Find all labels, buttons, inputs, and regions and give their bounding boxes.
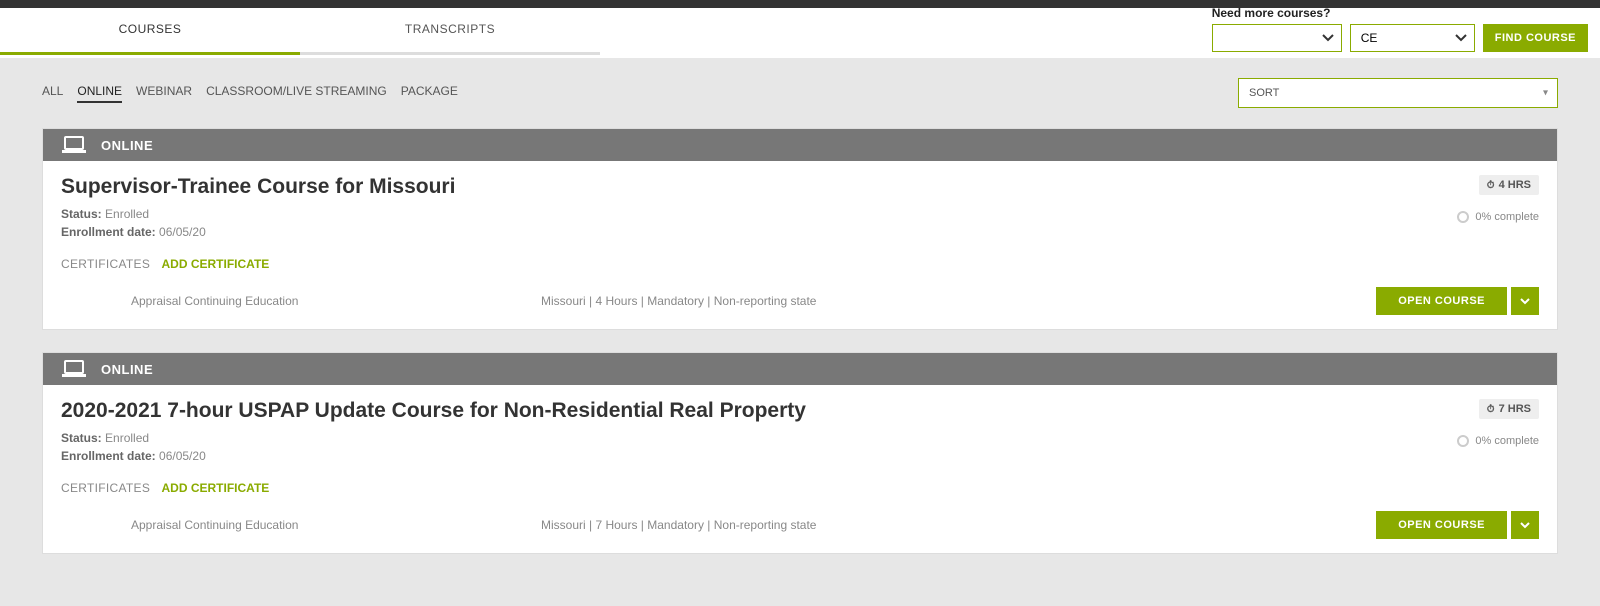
progress-circle-icon <box>1457 435 1469 447</box>
filter-online[interactable]: ONLINE <box>77 84 122 103</box>
course-card: ONLINE Supervisor-Trainee Course for Mis… <box>42 128 1558 330</box>
laptop-icon <box>61 359 87 379</box>
course-title: Supervisor-Trainee Course for Missouri <box>61 175 1539 199</box>
hours-badge: 4 HRS <box>1479 175 1539 195</box>
finder-type-select[interactable]: CE <box>1350 24 1475 52</box>
card-header: ONLINE <box>43 129 1557 161</box>
progress-row: 0% complete <box>1457 211 1539 223</box>
course-finder: Need more courses? CE FIND COURSE <box>1212 6 1588 52</box>
enroll-line: Enrollment date: 06/05/20 <box>61 449 1539 463</box>
finder-state-select[interactable] <box>1212 24 1342 52</box>
certificates-label: CERTIFICATES <box>61 481 150 495</box>
tab-bar: COURSES TRANSCRIPTS Need more courses? C… <box>0 8 1600 58</box>
finder-label: Need more courses? <box>1212 6 1588 20</box>
card-header-label: ONLINE <box>101 138 153 153</box>
card-header-label: ONLINE <box>101 362 153 377</box>
filter-tabs: ALL ONLINE WEBINAR CLASSROOM/LIVE STREAM… <box>42 84 458 103</box>
hours-badge: 7 HRS <box>1479 399 1539 419</box>
progress-circle-icon <box>1457 211 1469 223</box>
cert-type: Appraisal Continuing Education <box>61 518 541 532</box>
status-line: Status: Enrolled <box>61 431 1539 445</box>
enroll-line: Enrollment date: 06/05/20 <box>61 225 1539 239</box>
filter-webinar[interactable]: WEBINAR <box>136 84 192 103</box>
add-certificate-link[interactable]: ADD CERTIFICATE <box>162 257 270 271</box>
progress-text: 0% complete <box>1475 435 1539 447</box>
open-course-button[interactable]: OPEN COURSE <box>1376 287 1507 315</box>
certificates-label: CERTIFICATES <box>61 257 150 271</box>
filter-all[interactable]: ALL <box>42 84 63 103</box>
progress-row: 0% complete <box>1457 435 1539 447</box>
progress-text: 0% complete <box>1475 211 1539 223</box>
tab-courses[interactable]: COURSES <box>0 8 300 55</box>
course-title: 2020-2021 7-hour USPAP Update Course for… <box>61 399 1539 423</box>
status-line: Status: Enrolled <box>61 207 1539 221</box>
cert-type: Appraisal Continuing Education <box>61 294 541 308</box>
course-card: ONLINE 2020-2021 7-hour USPAP Update Cou… <box>42 352 1558 554</box>
tab-transcripts[interactable]: TRANSCRIPTS <box>300 8 600 55</box>
course-detail: Missouri | 4 Hours | Mandatory | Non-rep… <box>541 294 1376 308</box>
card-header: ONLINE <box>43 353 1557 385</box>
certificates-row: CERTIFICATES ADD CERTIFICATE <box>61 257 1539 271</box>
filter-classroom[interactable]: CLASSROOM/LIVE STREAMING <box>206 84 387 103</box>
filter-package[interactable]: PACKAGE <box>401 84 458 103</box>
find-course-button[interactable]: FIND COURSE <box>1483 24 1588 52</box>
open-course-caret[interactable] <box>1511 511 1539 539</box>
sort-select[interactable] <box>1238 78 1558 108</box>
laptop-icon <box>61 135 87 155</box>
certificates-row: CERTIFICATES ADD CERTIFICATE <box>61 481 1539 495</box>
add-certificate-link[interactable]: ADD CERTIFICATE <box>162 481 270 495</box>
course-detail: Missouri | 7 Hours | Mandatory | Non-rep… <box>541 518 1376 532</box>
open-course-button[interactable]: OPEN COURSE <box>1376 511 1507 539</box>
open-course-caret[interactable] <box>1511 287 1539 315</box>
